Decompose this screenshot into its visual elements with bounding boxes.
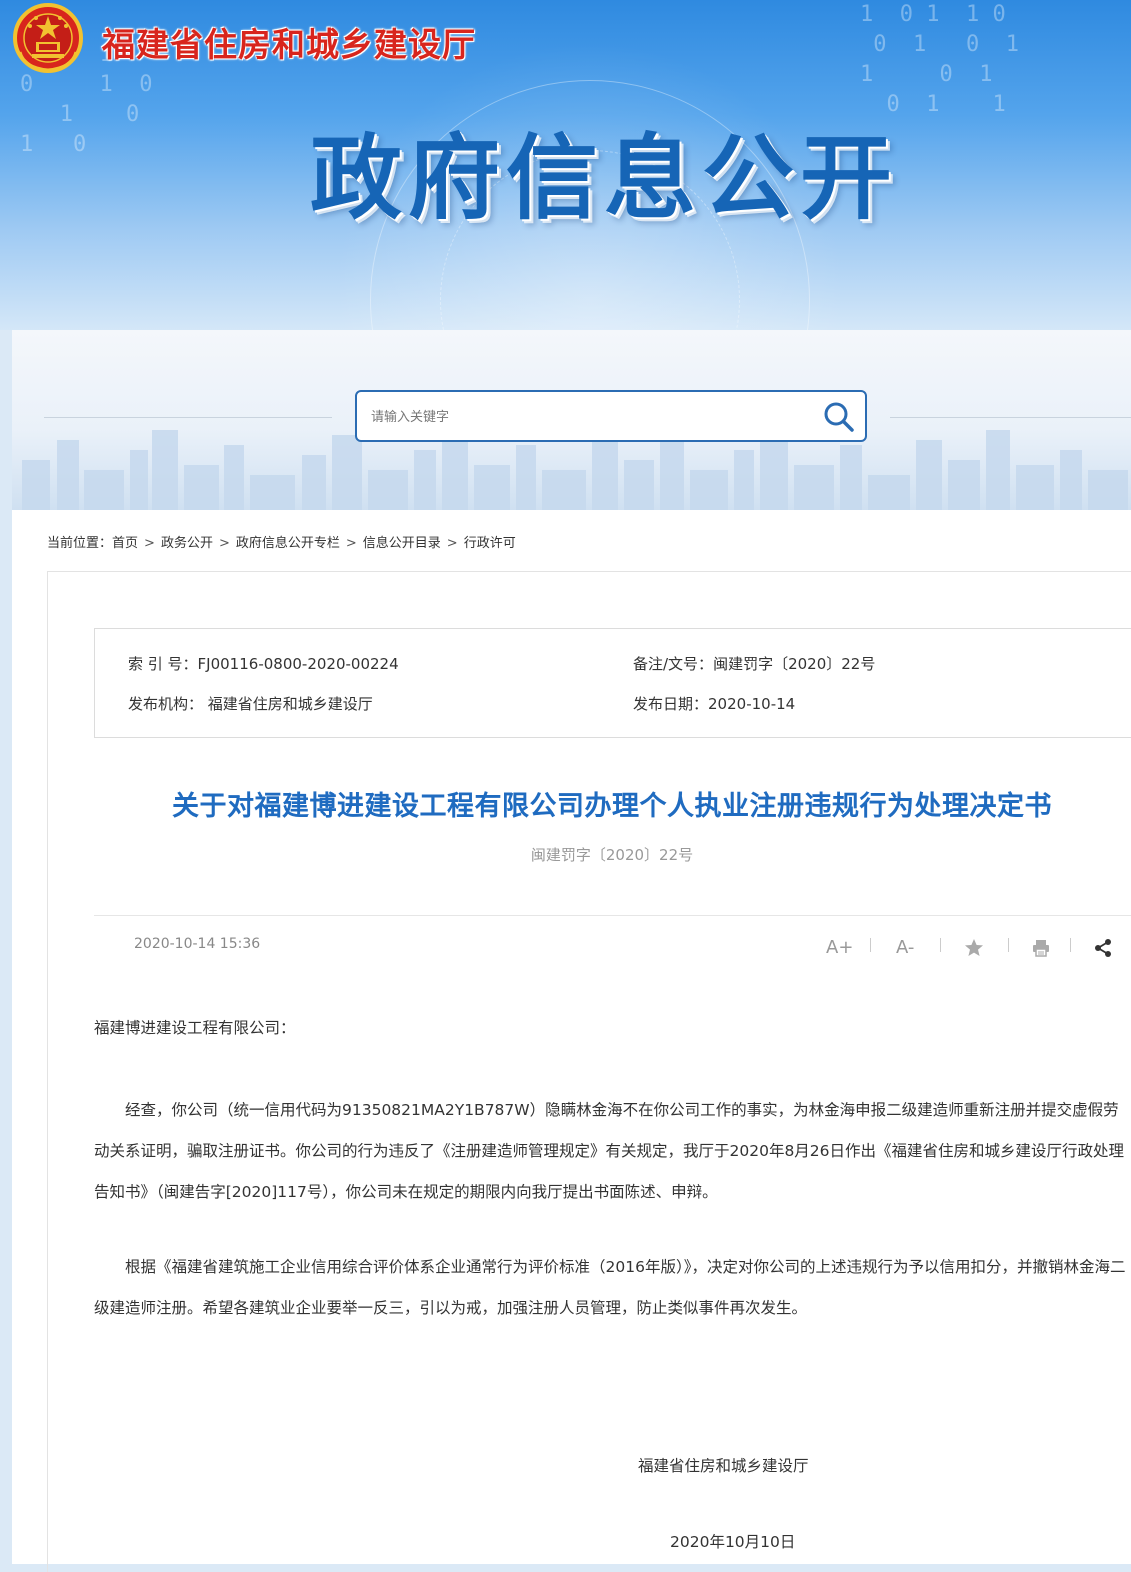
salutation: 福建博进建设工程有限公司： <box>94 1019 296 1037</box>
meta-date: 发布日期：2020-10-14 <box>633 693 795 714</box>
title-divider <box>94 915 1131 916</box>
banner-decoration: 1 0 1 1 0 0 1 0 1 1 0 1 0 1 1 <box>860 2 1019 117</box>
banner-title: 政府信息公开 <box>310 125 899 232</box>
publish-time: 2020-10-14 15:36 <box>134 936 261 952</box>
meta-org-value: 福建省住房和城乡建设厅 <box>207 695 373 713</box>
body-paragraph-2: 根据《福建省建筑施工企业信用综合评价体系企业通常行为评价标准（2016年版）》，… <box>94 1258 1126 1317</box>
breadcrumb-separator: > <box>144 536 155 551</box>
search-divider-right <box>890 417 1131 418</box>
meta-index: 索 引 号：FJ00116-0800-2020-00224 <box>128 653 399 674</box>
font-increase-button[interactable]: A+ <box>826 937 853 967</box>
meta-docno-value: 闽建罚字〔2020〕22号 <box>713 655 876 673</box>
national-emblem-icon <box>13 3 83 73</box>
breadcrumb-separator: > <box>446 536 458 551</box>
site-name[interactable]: 福建省住房和城乡建设厅 <box>102 18 476 66</box>
body-paragraph-1: 经查，你公司（统一信用代码为91350821MA2Y1B787W）隐瞒林金海不在… <box>94 1101 1125 1201</box>
breadcrumb-info-column[interactable]: 政府信息公开专栏 <box>236 536 340 551</box>
meta-info-box: 索 引 号：FJ00116-0800-2020-00224 备注/文号：闽建罚字… <box>94 628 1131 738</box>
article-doc-number: 闽建罚字〔2020〕22号 <box>530 846 694 864</box>
breadcrumb-prefix: 当前位置： <box>47 536 113 551</box>
meta-date-value: 2020-10-14 <box>708 695 796 713</box>
toolbar-divider <box>1070 938 1071 952</box>
toolbar-divider <box>940 938 941 952</box>
search-input[interactable] <box>369 404 813 430</box>
content-area: 当前位置：首页 > 政务公开 > 政府信息公开专栏 > 信息公开目录 > 行政许可 索 引 号：… <box>12 510 1131 1572</box>
meta-date-label: 发布日期： <box>633 695 709 713</box>
breadcrumb-separator: > <box>218 536 230 551</box>
signature-date: 2020年10月10日 <box>670 1533 796 1551</box>
meta-docno-label: 备注/文号： <box>633 655 714 673</box>
breadcrumb-info-catalog[interactable]: 信息公开目录 <box>363 536 441 551</box>
share-icon[interactable] <box>1094 938 1112 958</box>
search-divider-left <box>44 417 332 418</box>
breadcrumb: 当前位置：首页 > 政务公开 > 政府信息公开专栏 > 信息公开目录 > 行政许可 <box>47 532 516 551</box>
star-icon[interactable] <box>964 938 984 958</box>
font-decrease-button[interactable]: A- <box>896 937 914 967</box>
meta-org: 发布机构： 福建省住房和城乡建设厅 <box>128 693 373 714</box>
search-box <box>355 390 867 442</box>
meta-docno: 备注/文号：闽建罚字〔2020〕22号 <box>633 653 875 674</box>
toolbar-divider <box>1008 938 1009 952</box>
search-icon[interactable] <box>823 401 855 433</box>
header-banner: 1 0 1 0 1 0 1 0 1 0 1 0 1 1 0 0 1 0 1 1 … <box>0 0 1131 330</box>
article-panel: 索 引 号：FJ00116-0800-2020-00224 备注/文号：闽建罚字… <box>47 571 1131 1572</box>
breadcrumb-gov-affairs[interactable]: 政务公开 <box>161 536 213 551</box>
breadcrumb-separator: > <box>345 536 357 551</box>
printer-icon[interactable] <box>1032 939 1050 957</box>
article-title: 关于对福建博进建设工程有限公司办理个人执业注册违规行为处理决定书 <box>172 791 1052 822</box>
meta-index-label: 索 引 号： <box>128 655 198 673</box>
breadcrumb-admin-license[interactable]: 行政许可 <box>464 536 516 551</box>
breadcrumb-home[interactable]: 首页 <box>112 536 138 551</box>
search-strip <box>12 330 1131 510</box>
article-body: 福建博进建设工程有限公司： 经查，你公司（统一信用代码为91350821MA2Y… <box>94 1008 1131 1329</box>
signature-org: 福建省住房和城乡建设厅 <box>638 1457 809 1475</box>
toolbar-divider <box>870 938 871 952</box>
meta-index-value: FJ00116-0800-2020-00224 <box>197 655 399 673</box>
meta-org-label: 发布机构： <box>128 695 204 713</box>
